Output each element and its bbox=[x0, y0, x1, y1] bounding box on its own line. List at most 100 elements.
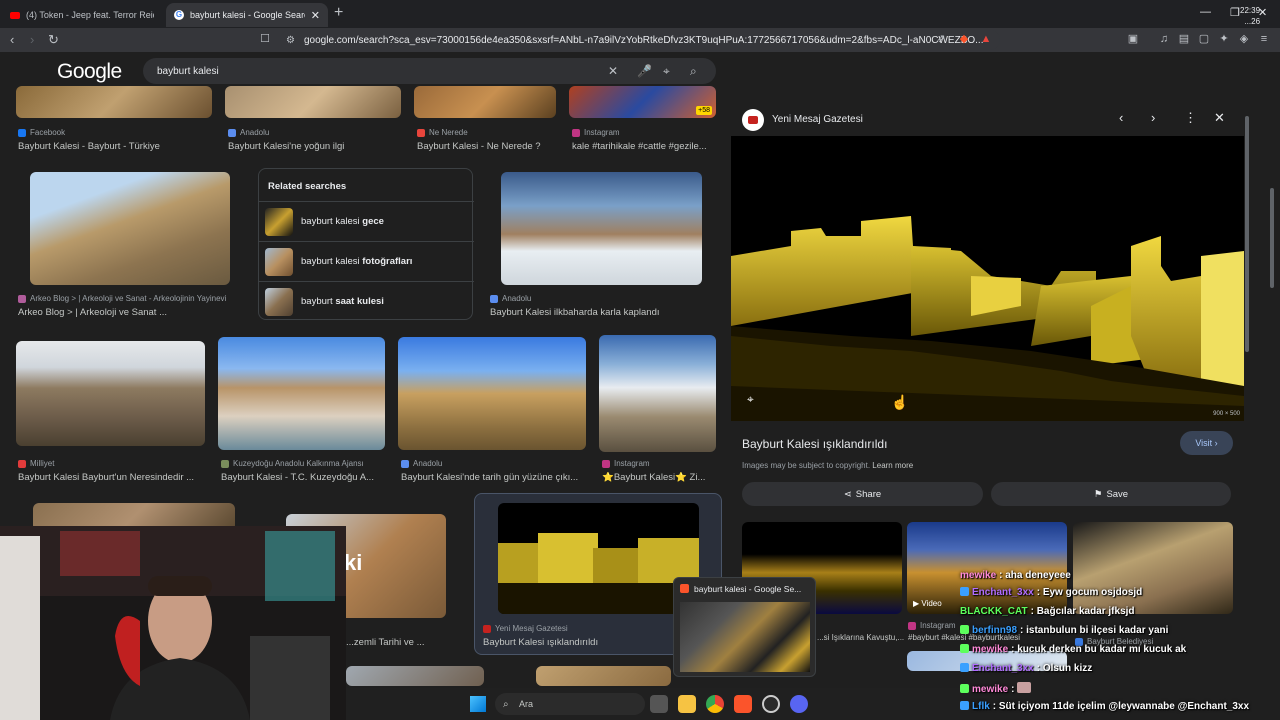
reader-icon[interactable]: ▤ bbox=[1178, 33, 1190, 45]
result-source[interactable]: Milliyet bbox=[18, 459, 54, 468]
discord-icon[interactable] bbox=[790, 695, 808, 713]
ai-icon[interactable]: ✦ bbox=[1218, 33, 1230, 45]
panel-source[interactable]: Yeni Mesaj Gazetesi bbox=[772, 114, 863, 125]
result-source[interactable]: Yeni Mesaj Gazetesi bbox=[483, 624, 568, 633]
related-item[interactable]: bayburt kalesi fotoğrafları bbox=[259, 241, 474, 281]
task-view-icon[interactable] bbox=[650, 695, 668, 713]
lens-icon[interactable]: ⌖ bbox=[663, 64, 670, 79]
image-result[interactable] bbox=[536, 666, 671, 686]
brave-shield-icon[interactable]: ◆ bbox=[958, 33, 970, 45]
image-result-selected[interactable] bbox=[498, 503, 699, 614]
result-caption[interactable]: ...zemli Tarihi ve ... bbox=[346, 637, 456, 648]
result-caption[interactable]: Bayburt Kalesi ışıklandırıldı bbox=[483, 637, 683, 648]
visit-button[interactable]: Visit › bbox=[1180, 431, 1233, 455]
image-result[interactable] bbox=[346, 666, 484, 686]
result-caption[interactable]: Arkeo Blog > | Arkeoloji ve Sanat ... bbox=[18, 307, 243, 318]
related-source[interactable]: Instagram bbox=[908, 621, 956, 630]
vpn-icon[interactable]: ◈ bbox=[1238, 33, 1250, 45]
result-caption[interactable]: Bayburt Kalesi'nde tarih gün yüzüne çıkı… bbox=[401, 472, 591, 483]
image-result[interactable] bbox=[16, 341, 205, 446]
result-caption[interactable]: Bayburt Kalesi - Bayburt - Türkiye bbox=[18, 141, 208, 152]
save-button[interactable]: ⚑ Save bbox=[991, 482, 1231, 506]
search-box[interactable]: bayburt kalesi bbox=[143, 58, 716, 84]
related-item[interactable]: bayburt kalesi gece bbox=[259, 201, 474, 241]
lens-search-icon[interactable]: ⌖ bbox=[747, 392, 754, 407]
music-icon[interactable]: ♫ bbox=[1158, 33, 1170, 45]
more-options-icon[interactable]: ⋮ bbox=[1184, 110, 1197, 126]
image-result[interactable]: +58 bbox=[569, 86, 716, 118]
microphone-icon[interactable]: 🎤 bbox=[637, 64, 652, 78]
share-button[interactable]: ⋖ Share bbox=[742, 482, 983, 506]
sidebar-icon[interactable]: ▣ bbox=[1127, 33, 1139, 45]
start-button[interactable] bbox=[470, 696, 486, 712]
related-caption[interactable]: ...si Işıklarına Kavuştu,... bbox=[817, 633, 907, 642]
bookmark-icon[interactable]: ☐ bbox=[259, 33, 271, 45]
address-bar[interactable]: ⚙ google.com/search?sca_esv=73000156de4e… bbox=[280, 30, 1000, 50]
result-source[interactable]: Anadolu bbox=[401, 459, 442, 468]
file-explorer-icon[interactable] bbox=[678, 695, 696, 713]
taskbar-search[interactable]: ⌕ Ara bbox=[495, 693, 645, 715]
related-item[interactable]: bayburt saat kulesi bbox=[259, 281, 474, 321]
close-tab-icon[interactable]: ✕ bbox=[311, 9, 320, 22]
thumb-overlay-text: ki bbox=[344, 550, 363, 575]
site-info-icon[interactable]: ⚙ bbox=[286, 35, 295, 46]
result-source[interactable]: Facebook bbox=[18, 128, 65, 137]
panel-scrollbar[interactable] bbox=[1245, 116, 1249, 352]
result-caption[interactable]: Bayburt Kalesi ilkbaharda karla kaplandı bbox=[490, 307, 715, 318]
result-caption[interactable]: Bayburt Kalesi - T.C. Kuzeydoğu A... bbox=[221, 472, 391, 483]
brave-icon[interactable] bbox=[734, 695, 752, 713]
tab-youtube[interactable]: (4) Token - Jeep feat. Terror Reid (OF bbox=[2, 3, 162, 27]
restore-button[interactable]: ❐ bbox=[1230, 6, 1240, 19]
clear-icon[interactable]: ✕ bbox=[608, 64, 618, 78]
preview-image[interactable]: ⌖ 900 × 500 ☝ bbox=[731, 136, 1244, 421]
menu-icon[interactable]: ≡ bbox=[1258, 33, 1270, 45]
yeni-mesaj-icon bbox=[483, 624, 491, 633]
image-result[interactable] bbox=[398, 337, 586, 450]
anadolu-icon bbox=[490, 294, 498, 303]
back-button[interactable]: ‹ bbox=[10, 32, 14, 47]
result-caption[interactable]: ⭐Bayburt Kalesi⭐ Zi... bbox=[602, 472, 716, 483]
image-result[interactable] bbox=[16, 86, 212, 118]
minimize-button[interactable]: — bbox=[1200, 6, 1211, 18]
forward-button[interactable]: › bbox=[30, 32, 34, 47]
image-result[interactable] bbox=[501, 172, 702, 285]
tab-google-search[interactable]: G bayburt kalesi - Google Search ✕ bbox=[166, 3, 328, 27]
brave-rewards-icon[interactable]: ▲ bbox=[980, 33, 992, 45]
result-source[interactable]: Ne Nerede bbox=[417, 128, 468, 137]
result-source[interactable]: Instagram bbox=[572, 128, 620, 137]
result-caption[interactable]: kale #tarihikale #cattle #gezile... bbox=[572, 141, 716, 152]
panel-title[interactable]: Bayburt Kalesi ışıklandırıldı bbox=[742, 437, 887, 451]
image-result[interactable] bbox=[225, 86, 401, 118]
image-result[interactable] bbox=[414, 86, 556, 118]
scrollbar-thumb[interactable] bbox=[1270, 188, 1274, 288]
system-clock[interactable]: 22:39 ...26 bbox=[1240, 5, 1260, 27]
result-source[interactable]: Arkeo Blog > | Arkeoloji ve Sanat - Arke… bbox=[18, 294, 226, 303]
image-result[interactable] bbox=[30, 172, 230, 285]
learn-more-link[interactable]: Learn more bbox=[872, 461, 913, 470]
new-tab-button[interactable]: + bbox=[334, 4, 343, 22]
next-icon[interactable]: › bbox=[1151, 110, 1155, 125]
image-result[interactable] bbox=[599, 335, 716, 452]
close-icon[interactable]: ✕ bbox=[1214, 110, 1225, 126]
clock-date: ...26 bbox=[1244, 17, 1261, 26]
result-caption[interactable]: Bayburt Kalesi Bayburt'un Neresindedir .… bbox=[18, 472, 208, 483]
related-searches: Related searches bayburt kalesi gece bay… bbox=[258, 168, 474, 321]
search-icon[interactable]: ⌕ bbox=[690, 64, 697, 79]
share-icon[interactable]: ⇗ bbox=[935, 33, 947, 45]
wallet-icon[interactable]: ▢ bbox=[1198, 33, 1210, 45]
result-source[interactable]: Kuzeydoğu Anadolu Kalkınma Ajansı bbox=[221, 459, 364, 468]
google-logo[interactable]: Google bbox=[57, 60, 122, 84]
result-source[interactable]: Anadolu bbox=[490, 294, 531, 303]
chrome-icon[interactable] bbox=[706, 695, 724, 713]
result-caption[interactable]: Bayburt Kalesi'ne yoğun ilgi bbox=[228, 141, 408, 152]
result-caption[interactable]: Bayburt Kalesi - Ne Nerede ? bbox=[417, 141, 562, 152]
page-scrollbar[interactable] bbox=[1268, 56, 1276, 668]
app-icon[interactable] bbox=[762, 695, 780, 713]
taskbar-window-preview[interactable]: bayburt kalesi - Google Se... bbox=[673, 577, 816, 677]
previous-icon[interactable]: ‹ bbox=[1119, 110, 1123, 125]
result-source[interactable]: Anadolu bbox=[228, 128, 269, 137]
result-source[interactable]: Instagram bbox=[602, 459, 650, 468]
reload-button[interactable]: ↻ bbox=[48, 32, 59, 48]
image-result[interactable] bbox=[218, 337, 385, 450]
search-input[interactable]: bayburt kalesi bbox=[157, 66, 219, 77]
